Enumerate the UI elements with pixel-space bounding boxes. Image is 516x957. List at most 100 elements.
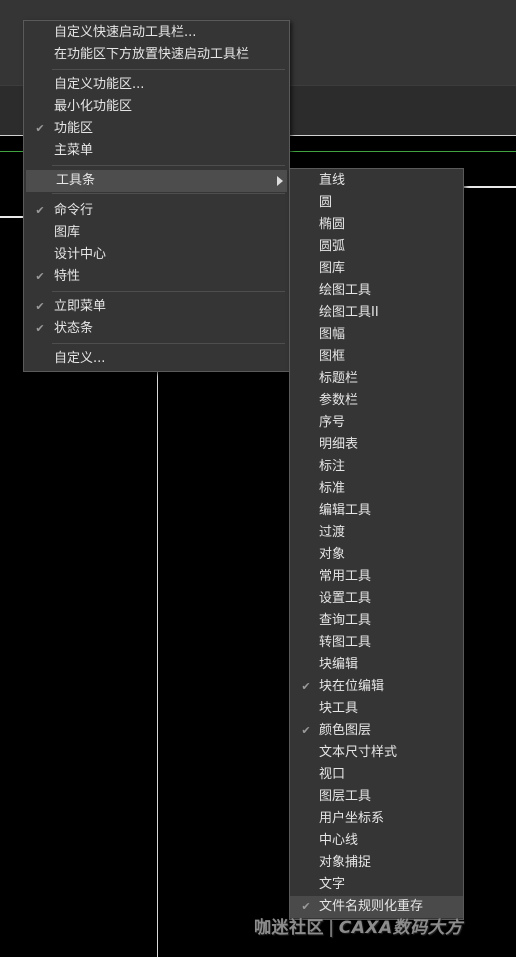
menu-item[interactable]: 图库 (24, 222, 289, 244)
toolbar-submenu: 直线圆椭圆圆弧图库绘图工具绘图工具II 图幅图框标题栏参数栏序号明细表标注标准编辑… (289, 168, 464, 920)
menu-item[interactable]: 主菜单 (24, 140, 289, 162)
menu-item[interactable]: ✔ 命令行 (24, 200, 289, 222)
menu-item-label: 在功能区下方放置快速启动工具栏 (54, 47, 250, 62)
menu-item[interactable]: ✔ 特性 (24, 266, 289, 288)
menu-item[interactable]: 自定义... (24, 348, 289, 370)
submenu-item[interactable]: 过渡 (290, 522, 463, 544)
submenu-item-label: 绘图工具II (319, 305, 379, 320)
submenu-item[interactable]: 序号 (290, 412, 463, 434)
submenu-item-label: 过渡 (319, 525, 346, 540)
submenu-item[interactable]: 块编辑 (290, 654, 463, 676)
drawing-line-left (0, 216, 24, 218)
submenu-item[interactable]: 转图工具 (290, 632, 463, 654)
watermark-community: 咖迷社区 (254, 918, 324, 938)
submenu-item-label: 图层工具 (319, 789, 372, 804)
submenu-item[interactable]: 圆 (290, 192, 463, 214)
submenu-item[interactable]: 查询工具 (290, 610, 463, 632)
menu-item-label: 特性 (54, 269, 81, 284)
submenu-item-label: 标准 (319, 481, 346, 496)
submenu-item-label: 对象 (319, 547, 346, 562)
menu-item[interactable]: 在功能区下方放置快速启动工具栏 (24, 44, 289, 66)
context-menu: 自定义快速启动工具栏... 在功能区下方放置快速启动工具栏 自定义功能区... 最小化… (23, 20, 290, 372)
submenu-item[interactable]: ✔ 块在位编辑 (290, 676, 463, 698)
menu-item-label: 立即菜单 (54, 299, 107, 314)
menu-item-label: 功能区 (54, 121, 94, 136)
submenu-item[interactable]: 直线 (290, 170, 463, 192)
menu-item-label: 自定义功能区... (54, 77, 145, 92)
submenu-item[interactable]: 绘图工具II (290, 302, 463, 324)
menu-item-label: 自定义快速启动工具栏... (54, 25, 197, 40)
check-icon: ✔ (35, 270, 45, 283)
submenu-item-label: 编辑工具 (319, 503, 372, 518)
menu-item[interactable]: ✔ 立即菜单 (24, 296, 289, 318)
submenu-item[interactable]: 编辑工具 (290, 500, 463, 522)
check-icon: ✔ (35, 204, 45, 217)
submenu-item-label: 图幅 (319, 327, 346, 342)
submenu-item[interactable]: 用户坐标系 (290, 808, 463, 830)
submenu-item[interactable]: 绘图工具 (290, 280, 463, 302)
submenu-item-label: 图框 (319, 349, 346, 364)
menu-separator (52, 165, 285, 166)
submenu-item-label: 标题栏 (319, 371, 359, 386)
submenu-item[interactable]: 对象捕捉 (290, 852, 463, 874)
submenu-item[interactable]: 参数栏 (290, 390, 463, 412)
check-icon: ✔ (35, 300, 45, 313)
menu-item[interactable]: 设计中心 (24, 244, 289, 266)
drawing-line-right (463, 186, 516, 188)
submenu-item-label: 视口 (319, 767, 346, 782)
submenu-item-label: 参数栏 (319, 393, 359, 408)
submenu-item[interactable]: 中心线 (290, 830, 463, 852)
submenu-item[interactable]: 标准 (290, 478, 463, 500)
submenu-item-label: 序号 (319, 415, 346, 430)
menu-separator (52, 291, 285, 292)
menu-item-label: 图库 (54, 225, 81, 240)
check-icon: ✔ (35, 122, 45, 135)
submenu-item-label: 文本尺寸样式 (319, 745, 398, 760)
triangle-right-icon (277, 176, 283, 186)
submenu-item[interactable]: 图幅 (290, 324, 463, 346)
submenu-item-label: 块在位编辑 (319, 679, 385, 694)
submenu-item[interactable]: 视口 (290, 764, 463, 786)
submenu-item[interactable]: 图框 (290, 346, 463, 368)
drawing-vertical-line (157, 372, 158, 957)
submenu-item[interactable]: 图层工具 (290, 786, 463, 808)
submenu-item-label: 中心线 (319, 833, 359, 848)
check-icon: ✔ (35, 322, 45, 335)
submenu-item-label: 明细表 (319, 437, 359, 452)
submenu-item[interactable]: 常用工具 (290, 566, 463, 588)
submenu-item-label: 查询工具 (319, 613, 372, 628)
menu-item[interactable]: ✔ 功能区 (24, 118, 289, 140)
menu-item[interactable]: 自定义功能区... (24, 74, 289, 96)
submenu-item[interactable]: 文本尺寸样式 (290, 742, 463, 764)
submenu-item[interactable]: 椭圆 (290, 214, 463, 236)
submenu-item[interactable]: 标注 (290, 456, 463, 478)
submenu-item[interactable]: 对象 (290, 544, 463, 566)
submenu-item-label: 对象捕捉 (319, 855, 372, 870)
submenu-item-label: 设置工具 (319, 591, 372, 606)
menu-separator (52, 193, 285, 194)
menu-item-label: 工具条 (56, 173, 96, 188)
menu-item-label: 设计中心 (54, 247, 107, 262)
submenu-item[interactable]: 块工具 (290, 698, 463, 720)
submenu-item-label: 用户坐标系 (319, 811, 385, 826)
menu-item[interactable]: ✔ 状态条 (24, 318, 289, 340)
submenu-item[interactable]: 文字 (290, 874, 463, 896)
submenu-item-label: 圆弧 (319, 239, 346, 254)
submenu-item-label: 转图工具 (319, 635, 372, 650)
submenu-item-label: 文字 (319, 877, 346, 892)
submenu-item[interactable]: 明细表 (290, 434, 463, 456)
submenu-item[interactable]: 标题栏 (290, 368, 463, 390)
submenu-item[interactable]: 圆弧 (290, 236, 463, 258)
submenu-item[interactable]: 图库 (290, 258, 463, 280)
menu-item[interactable]: 最小化功能区 (24, 96, 289, 118)
menu-separator (52, 343, 285, 344)
submenu-item-label: 图库 (319, 261, 346, 276)
menu-item-label: 最小化功能区 (54, 99, 133, 114)
menu-item[interactable]: 工具条 (26, 170, 287, 192)
submenu-item[interactable]: ✔ 颜色图层 (290, 720, 463, 742)
menu-item[interactable]: 自定义快速启动工具栏... (24, 22, 289, 44)
submenu-item-label: 颜色图层 (319, 723, 372, 738)
check-icon: ✔ (301, 680, 311, 693)
submenu-item[interactable]: 设置工具 (290, 588, 463, 610)
submenu-item-label: 块编辑 (319, 657, 359, 672)
